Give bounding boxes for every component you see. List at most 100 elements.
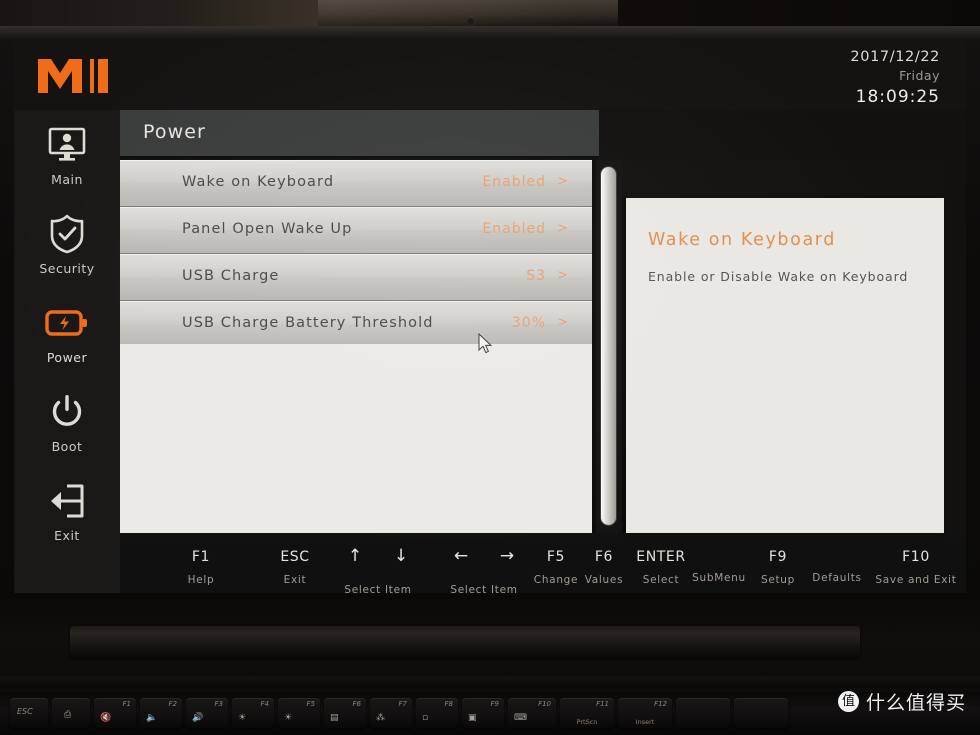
- sidebar-item-main[interactable]: Main: [14, 110, 120, 199]
- keyboard-key-f9[interactable]: F9 ▣: [462, 698, 504, 728]
- keyboard-key-f3[interactable]: F3 🔊: [186, 698, 228, 728]
- arrow-left-icon: ←: [453, 546, 469, 566]
- setting-value[interactable]: 30%: [512, 315, 546, 331]
- chevron-right-icon[interactable]: >: [557, 221, 568, 236]
- fkey-f10[interactable]: F10 Save and Exit: [868, 549, 964, 586]
- mi-logo-icon: [38, 59, 108, 93]
- fkey-desc: Exit: [283, 574, 307, 586]
- chevron-right-icon[interactable]: >: [557, 315, 568, 330]
- keyboard-key-power[interactable]: [734, 698, 788, 728]
- keyboard-key-f1[interactable]: F1 🔇: [94, 698, 136, 728]
- setting-value[interactable]: Enabled: [482, 174, 546, 190]
- setting-label: Wake on Keyboard: [182, 174, 335, 190]
- fkey-f9-defaults: Defaults: [806, 549, 868, 584]
- fkey-arrow-down[interactable]: ↓: [378, 546, 424, 566]
- power-symbol-icon: [44, 390, 90, 434]
- setting-value[interactable]: Enabled: [482, 221, 546, 237]
- fkey-f1[interactable]: F1 Help: [166, 549, 236, 586]
- setting-row-usb-charge[interactable]: USB Charge S3 >: [120, 254, 592, 301]
- fkey-desc-vertical: Select Item: [332, 575, 424, 593]
- fkey-desc: Select Item: [344, 584, 412, 593]
- arrow-up-icon: ↑: [347, 546, 363, 566]
- setting-value[interactable]: S3: [526, 268, 546, 284]
- monitor-user-icon: [44, 123, 90, 167]
- fkey-label: ESC: [280, 549, 310, 565]
- keyboard-key-delete[interactable]: [676, 698, 730, 728]
- fkey-desc: Defaults: [812, 572, 862, 584]
- keyboard-key-f11[interactable]: F11 PrtScn: [560, 698, 614, 728]
- fkey-desc: Values: [584, 574, 624, 586]
- keyboard-key-f8[interactable]: F8 ▫: [416, 698, 458, 728]
- fkey-arrow-up[interactable]: ↑: [332, 546, 378, 566]
- keyboard-key-f6[interactable]: F6 ▤: [324, 698, 366, 728]
- keyboard-key-f5[interactable]: F5 ☀: [278, 698, 320, 728]
- fkey-desc: Save and Exit: [875, 574, 957, 586]
- fkey-desc: Change: [533, 574, 579, 586]
- bios-topbar: 2017/12/22 Friday 18:09:25: [14, 38, 966, 110]
- fkey-enter[interactable]: ENTER Select: [632, 549, 690, 586]
- chevron-right-icon[interactable]: >: [557, 174, 568, 189]
- sidebar-item-label: Boot: [51, 438, 83, 454]
- watermark: 值 什么值得买: [837, 688, 966, 715]
- sidebar-item-label: Power: [46, 349, 88, 365]
- sidebar-item-boot[interactable]: Boot: [14, 377, 120, 466]
- settings-list: Wake on Keyboard Enabled > Panel Open Wa…: [120, 160, 592, 533]
- clock-day: Friday: [899, 67, 940, 83]
- fkey-desc: Select: [642, 574, 680, 586]
- fkey-label: F6: [594, 549, 614, 565]
- sidebar-item-power[interactable]: Power: [14, 288, 120, 377]
- watermark-badge: 值: [837, 691, 859, 712]
- help-panel: Wake on Keyboard Enable or Disable Wake …: [626, 198, 944, 533]
- page-title: Power: [143, 121, 206, 143]
- sidebar-nav: Main Security Power Boot Exit: [14, 110, 120, 593]
- chevron-right-icon[interactable]: >: [557, 268, 568, 283]
- sidebar-item-label: Exit: [54, 527, 80, 543]
- fkey-f5[interactable]: F5 Change: [532, 549, 580, 586]
- help-title: Wake on Keyboard: [648, 230, 836, 250]
- keyboard-key-lock[interactable]: ⎙: [52, 698, 90, 728]
- exit-arrow-icon: [44, 479, 90, 523]
- shield-check-icon: [44, 212, 90, 256]
- fkey-f6[interactable]: F6 Values: [580, 549, 628, 586]
- page-title-bar: Power: [120, 110, 599, 156]
- sidebar-item-label: Security: [39, 260, 95, 276]
- fkey-desc-horizontal: Select Item: [438, 575, 530, 593]
- clock: 2017/12/22 Friday 18:09:25: [850, 50, 940, 106]
- fkey-esc[interactable]: ESC Exit: [260, 549, 330, 586]
- setting-row-usb-charge-battery-threshold[interactable]: USB Charge Battery Threshold 30% >: [120, 301, 592, 348]
- sidebar-item-label: Main: [51, 171, 83, 187]
- keyboard-key-sublabel: PrtScn: [576, 718, 598, 726]
- fkey-arrow-right[interactable]: →: [484, 548, 530, 565]
- fkey-enter-submenu: SubMenu: [690, 549, 748, 584]
- laptop-hinge: [70, 626, 860, 658]
- fkey-label: F10: [902, 549, 930, 565]
- setting-row-wake-on-keyboard[interactable]: Wake on Keyboard Enabled >: [120, 160, 592, 207]
- fkey-arrow-left[interactable]: ←: [438, 546, 484, 566]
- scrollbar-thumb[interactable]: [600, 166, 617, 526]
- fkey-desc: SubMenu: [692, 572, 746, 584]
- physical-keyboard: ESC ⎙ F1 🔇 F2 🔈 F3 🔊 F4 ☀ F5 ☀ F6 ▤ F7 ⁂ F8 ▫ F9…: [0, 692, 980, 735]
- bios-screen: 2017/12/22 Friday 18:09:25 Main Security…: [14, 38, 966, 593]
- deck-lip: [0, 676, 980, 688]
- keyboard-key-f10[interactable]: F10 ⌨: [508, 698, 556, 728]
- sidebar-item-exit[interactable]: Exit: [14, 466, 120, 555]
- fkey-label: F9: [768, 549, 788, 565]
- keyboard-key-f4[interactable]: F4 ☀: [232, 698, 274, 728]
- fkey-label: F5: [546, 549, 566, 565]
- watermark-text: 什么值得买: [865, 692, 966, 714]
- setting-label: USB Charge: [182, 268, 280, 284]
- keyboard-key-f2[interactable]: F2 🔈: [140, 698, 182, 728]
- keyboard-key-f12[interactable]: F12 Insert: [618, 698, 672, 728]
- keyboard-key-f7[interactable]: F7 ⁂: [370, 698, 412, 728]
- battery-bolt-icon: [44, 301, 90, 345]
- arrow-down-icon: ↓: [393, 546, 409, 566]
- keyboard-key-sublabel: Insert: [635, 718, 655, 726]
- fkey-label: ENTER: [636, 549, 686, 565]
- fkey-f9[interactable]: F9 Setup: [750, 549, 806, 586]
- list-empty-area: [120, 344, 592, 533]
- function-key-bar: F1 Help ESC Exit ↑ ↓ Select Item ← → Sel…: [120, 537, 966, 593]
- setting-row-panel-open-wake-up[interactable]: Panel Open Wake Up Enabled >: [120, 207, 592, 254]
- webcam-icon: [467, 18, 474, 25]
- keyboard-key-esc[interactable]: ESC: [10, 698, 48, 728]
- sidebar-item-security[interactable]: Security: [14, 199, 120, 288]
